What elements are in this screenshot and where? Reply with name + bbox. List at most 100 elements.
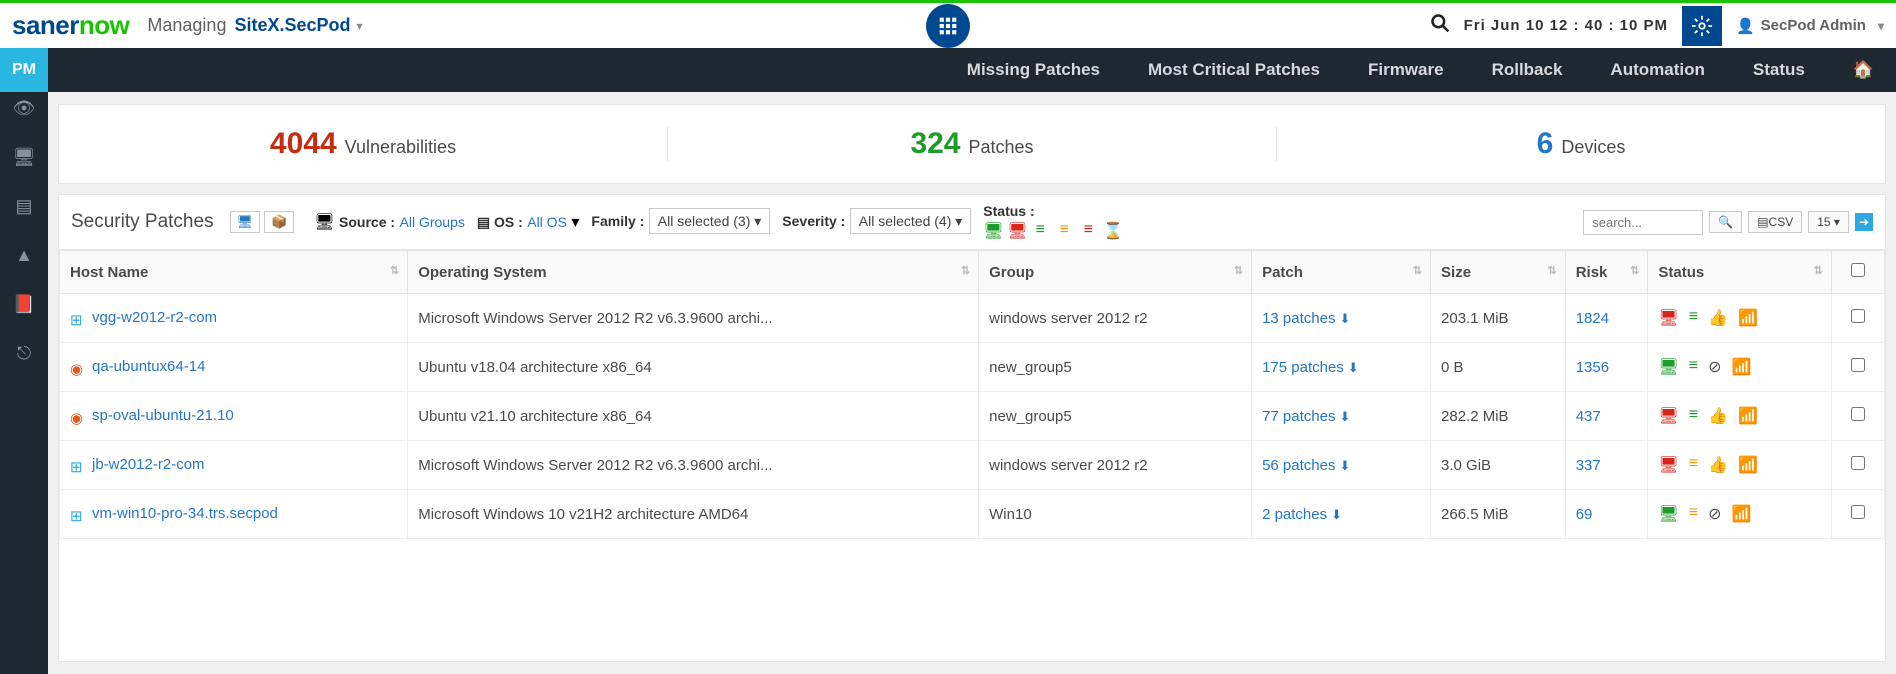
- nav-rollback[interactable]: Rollback: [1492, 60, 1563, 80]
- approved-icon: 👍: [1708, 455, 1728, 475]
- unavailable-icon: ⊘: [1708, 504, 1721, 524]
- group-cell: windows server 2012 r2: [979, 441, 1252, 490]
- col-Host Name[interactable]: Host Name⇅: [60, 251, 408, 294]
- os-cell: Microsoft Windows Server 2012 R2 v6.3.96…: [408, 294, 979, 343]
- site-selector[interactable]: SiteX.SecPod: [234, 15, 350, 36]
- download-icon[interactable]: ⬇: [1339, 458, 1350, 473]
- sidebar: 👁 🖥 ▤ ▲ 📕 ⎋: [0, 92, 48, 674]
- patch-link[interactable]: 56 patches: [1262, 457, 1335, 474]
- gear-icon: [1691, 15, 1713, 37]
- reboot-icon: 🖥: [1658, 406, 1678, 426]
- nav-most-critical[interactable]: Most Critical Patches: [1148, 60, 1320, 80]
- col-Patch[interactable]: Patch⇅: [1252, 251, 1431, 294]
- nav-automation[interactable]: Automation: [1610, 60, 1704, 80]
- os-cell: Microsoft Windows 10 v21H2 architecture …: [408, 490, 979, 539]
- network-icon: 📶: [1738, 308, 1758, 328]
- nav-links: Missing Patches Most Critical Patches Fi…: [967, 60, 1896, 80]
- status-filter-active-icon[interactable]: 🖥: [983, 221, 1001, 241]
- host-link[interactable]: jb-w2012-r2-com: [92, 456, 205, 473]
- reboot-icon: 🖥: [1658, 455, 1678, 475]
- view-package-icon[interactable]: 📦: [264, 211, 294, 233]
- col-Operating System[interactable]: Operating System⇅: [408, 251, 979, 294]
- network-icon: 📶: [1731, 357, 1751, 377]
- col-Status[interactable]: Status⇅: [1648, 251, 1831, 294]
- export-icon[interactable]: ➜: [1855, 213, 1873, 231]
- status-filter-inactive-icon[interactable]: 🖥: [1007, 221, 1025, 241]
- table-row: ⊞vm-win10-pro-34.trs.secpodMicrosoft Win…: [60, 490, 1885, 539]
- source-filter[interactable]: 🖥 Source : All Groups: [314, 212, 465, 232]
- app-grid-button[interactable]: [926, 4, 970, 48]
- status-filter-compliant-icon[interactable]: ≡: [1031, 221, 1049, 241]
- nav-firmware[interactable]: Firmware: [1368, 60, 1444, 80]
- approved-icon: 👍: [1708, 308, 1728, 328]
- col-Group[interactable]: Group⇅: [979, 251, 1252, 294]
- home-icon[interactable]: 🏠: [1853, 60, 1874, 80]
- status-icons: 🖥≡👍📶: [1658, 308, 1820, 328]
- status-icons: 🖥≡👍📶: [1658, 406, 1820, 426]
- stats-panel: 4044Vulnerabilities 324Patches 6Devices: [58, 104, 1886, 184]
- row-checkbox[interactable]: [1851, 309, 1865, 323]
- sidebar-logout-icon[interactable]: ⎋: [17, 343, 31, 364]
- row-checkbox[interactable]: [1851, 456, 1865, 470]
- patch-link[interactable]: 77 patches: [1262, 408, 1335, 425]
- sidebar-eye-icon[interactable]: 👁: [13, 98, 36, 119]
- search-button[interactable]: 🔍: [1709, 211, 1742, 233]
- status-filter-warning-icon[interactable]: ≡: [1055, 221, 1073, 241]
- page-size-select[interactable]: 15 ▾: [1808, 211, 1849, 233]
- select-all-checkbox[interactable]: [1851, 263, 1865, 277]
- row-checkbox[interactable]: [1851, 505, 1865, 519]
- risk-link[interactable]: 437: [1576, 408, 1601, 425]
- nav-status[interactable]: Status: [1753, 60, 1805, 80]
- status-filter-critical-icon[interactable]: ≡: [1079, 221, 1097, 241]
- chevron-down-icon[interactable]: ▾: [357, 19, 363, 33]
- severity-select[interactable]: All selected (4) ▾: [850, 208, 972, 234]
- download-icon[interactable]: ⬇: [1331, 507, 1342, 522]
- download-icon[interactable]: ⬇: [1339, 311, 1350, 326]
- table-row: ◉sp-oval-ubuntu-21.10Ubuntu v21.10 archi…: [60, 392, 1885, 441]
- group-cell: Win10: [979, 490, 1252, 539]
- host-link[interactable]: sp-oval-ubuntu-21.10: [92, 407, 234, 424]
- row-checkbox[interactable]: [1851, 358, 1865, 372]
- os-filter[interactable]: ▤ OS : All OS ▾: [477, 212, 580, 232]
- col-check[interactable]: [1831, 251, 1884, 294]
- stat-devices: 6Devices: [1277, 127, 1885, 161]
- patch-link[interactable]: 2 patches: [1262, 506, 1327, 523]
- risk-link[interactable]: 69: [1576, 506, 1593, 523]
- patch-link[interactable]: 175 patches: [1262, 359, 1344, 376]
- family-label: Family :: [591, 213, 644, 229]
- sidebar-monitor-icon[interactable]: 🖥: [13, 147, 36, 168]
- sidebar-book-icon[interactable]: 📕: [13, 294, 35, 315]
- sidebar-alert-icon[interactable]: ▲: [15, 245, 33, 266]
- download-icon[interactable]: ⬇: [1339, 409, 1350, 424]
- sidebar-list-icon[interactable]: ▤: [15, 196, 32, 217]
- risk-link[interactable]: 1824: [1576, 310, 1609, 327]
- search-icon[interactable]: [1430, 13, 1450, 38]
- view-host-icon[interactable]: 🖥: [230, 211, 261, 233]
- table-row: ⊞jb-w2012-r2-comMicrosoft Windows Server…: [60, 441, 1885, 490]
- nav-missing-patches[interactable]: Missing Patches: [967, 60, 1100, 80]
- row-checkbox[interactable]: [1851, 407, 1865, 421]
- download-icon[interactable]: ⬇: [1348, 360, 1359, 375]
- col-Size[interactable]: Size⇅: [1431, 251, 1566, 294]
- search-input[interactable]: [1583, 210, 1703, 235]
- pm-badge[interactable]: PM: [0, 48, 48, 92]
- host-link[interactable]: qa-ubuntux64-14: [92, 358, 205, 375]
- patch-link[interactable]: 13 patches: [1262, 310, 1335, 327]
- size-cell: 266.5 MiB: [1431, 490, 1566, 539]
- host-link[interactable]: vgg-w2012-r2-com: [92, 309, 217, 326]
- status-filter-pending-icon[interactable]: ⌛: [1103, 221, 1121, 241]
- risk-link[interactable]: 1356: [1576, 359, 1609, 376]
- patches-panel: Security Patches 🖥 📦 🖥 Source : All Grou…: [58, 194, 1886, 662]
- host-link[interactable]: vm-win10-pro-34.trs.secpod: [92, 505, 278, 522]
- family-select[interactable]: All selected (3) ▾: [649, 208, 771, 234]
- risk-link[interactable]: 337: [1576, 457, 1601, 474]
- patches-table: Host Name⇅Operating System⇅Group⇅Patch⇅S…: [59, 250, 1885, 539]
- settings-button[interactable]: [1682, 6, 1722, 46]
- col-Risk[interactable]: Risk⇅: [1565, 251, 1648, 294]
- compliant-icon: ≡: [1689, 308, 1698, 328]
- csv-button[interactable]: ▤CSV: [1748, 211, 1802, 233]
- user-menu[interactable]: 👤 SecPod Admin ▾: [1736, 17, 1884, 35]
- logo: sanernow: [12, 10, 129, 41]
- online-icon: 🖥: [1658, 504, 1678, 524]
- compliant-icon: ≡: [1689, 357, 1698, 377]
